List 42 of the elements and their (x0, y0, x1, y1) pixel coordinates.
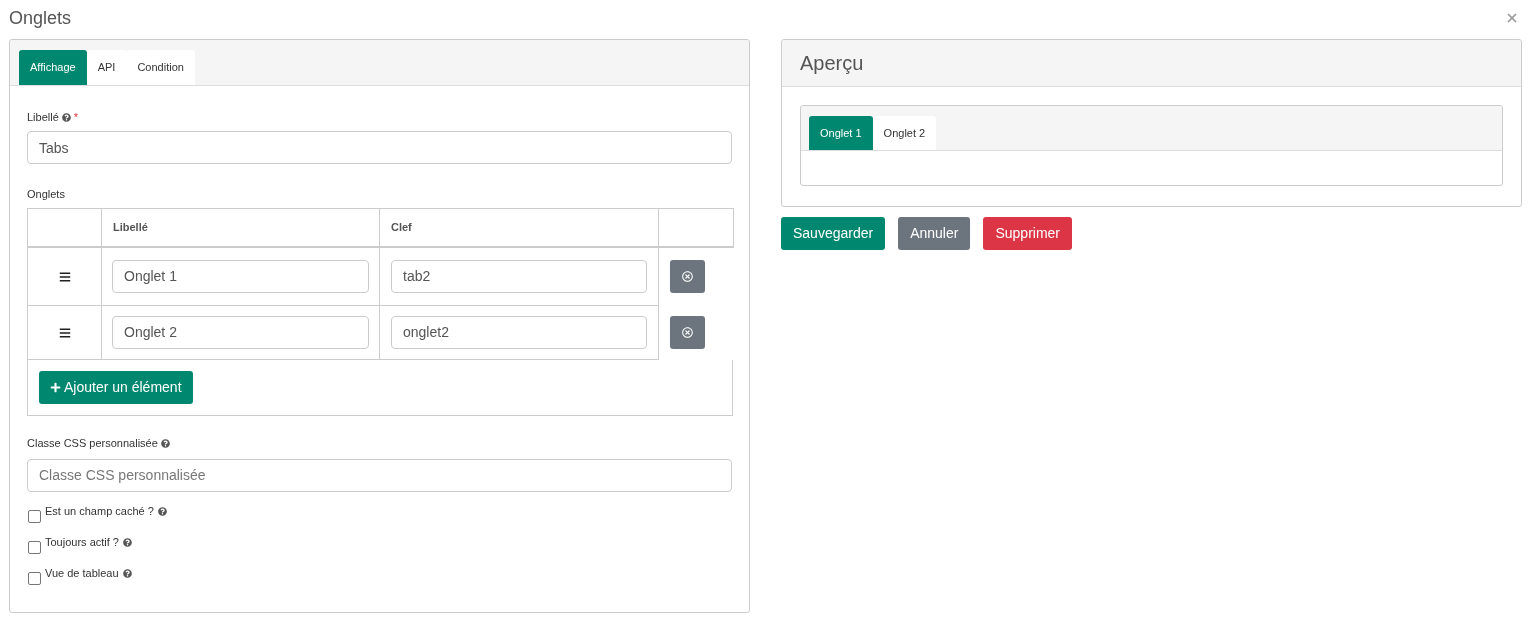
required-mark: * (73, 109, 79, 125)
text-input[interactable]: Onglet 1 (112, 259, 369, 293)
remove-icon (682, 270, 693, 282)
remove-icon (682, 326, 693, 338)
checkbox-label: Toujours actif ? (45, 534, 119, 549)
close-icon[interactable] (1505, 11, 1519, 25)
help-icon[interactable] (157, 506, 167, 516)
text-input[interactable]: tab2 (391, 259, 647, 293)
drag-handle-icon[interactable] (58, 270, 71, 283)
tab[interactable]: Onglet 2 (872, 116, 937, 150)
help-icon[interactable] (122, 568, 132, 578)
action-button[interactable]: Annuler (898, 217, 971, 250)
field-label: Onglets (27, 186, 65, 202)
field-label: Classe CSS personnalisée (27, 436, 158, 452)
checkbox[interactable] (28, 571, 41, 585)
help-icon[interactable] (160, 439, 170, 448)
table-header-cell: Libellé (101, 208, 380, 247)
checkbox[interactable] (28, 540, 41, 554)
text-input[interactable]: onglet2 (391, 315, 647, 349)
checkbox[interactable] (28, 509, 41, 523)
checkbox-label: Vue de tableau (45, 565, 119, 580)
preview-title: Aperçu (800, 51, 864, 76)
text-input[interactable]: Tabs (27, 131, 732, 164)
tab[interactable]: Affichage (19, 50, 87, 85)
delete-button[interactable] (670, 315, 705, 349)
add-item-button[interactable]: Ajouter un élément (39, 370, 193, 404)
tab[interactable]: Onglet 1 (809, 116, 873, 150)
help-icon[interactable] (123, 537, 132, 547)
action-button[interactable]: Supprimer (983, 217, 1073, 250)
delete-button[interactable] (670, 259, 705, 293)
text-input[interactable]: Classe CSS personnalisée (27, 458, 732, 492)
help-icon[interactable] (61, 112, 71, 122)
plus-icon (50, 381, 61, 393)
action-button[interactable]: Sauvegarder (781, 217, 886, 250)
table-header-cell: Clef (379, 208, 659, 247)
text-input[interactable]: Onglet 2 (112, 315, 369, 349)
tab[interactable]: Condition (126, 50, 195, 85)
field-label: Libellé (27, 109, 59, 125)
drag-handle-icon[interactable] (58, 326, 71, 339)
tab[interactable]: API (86, 50, 127, 85)
dialog-title: Onglets (9, 6, 72, 30)
checkbox-label: Est un champ caché ? (45, 503, 154, 518)
